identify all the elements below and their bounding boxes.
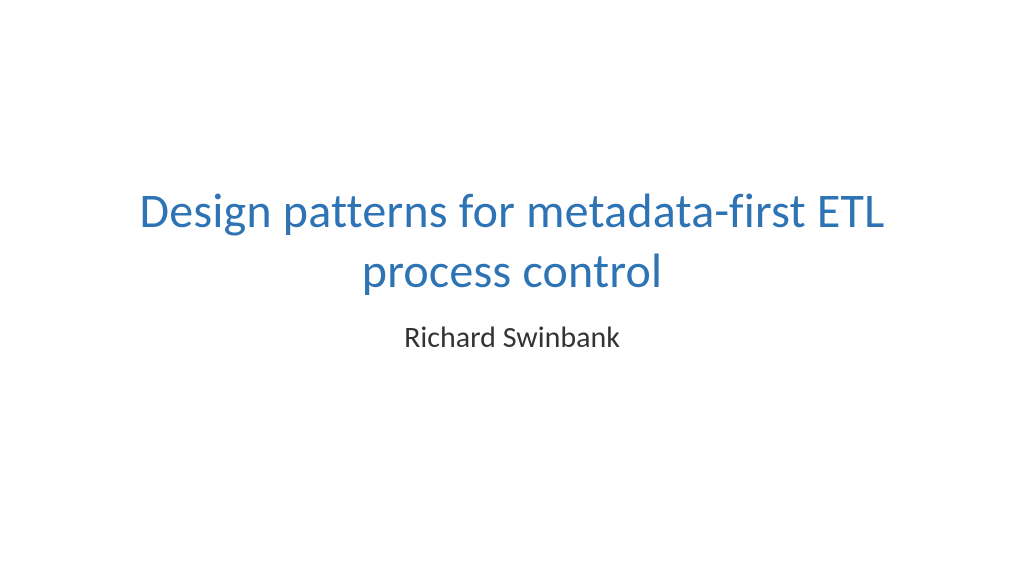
- slide-author: Richard Swinbank: [60, 319, 964, 356]
- slide-title: Design patterns for metadata-first ETL p…: [60, 181, 964, 301]
- slide-content: Design patterns for metadata-first ETL p…: [0, 181, 1024, 356]
